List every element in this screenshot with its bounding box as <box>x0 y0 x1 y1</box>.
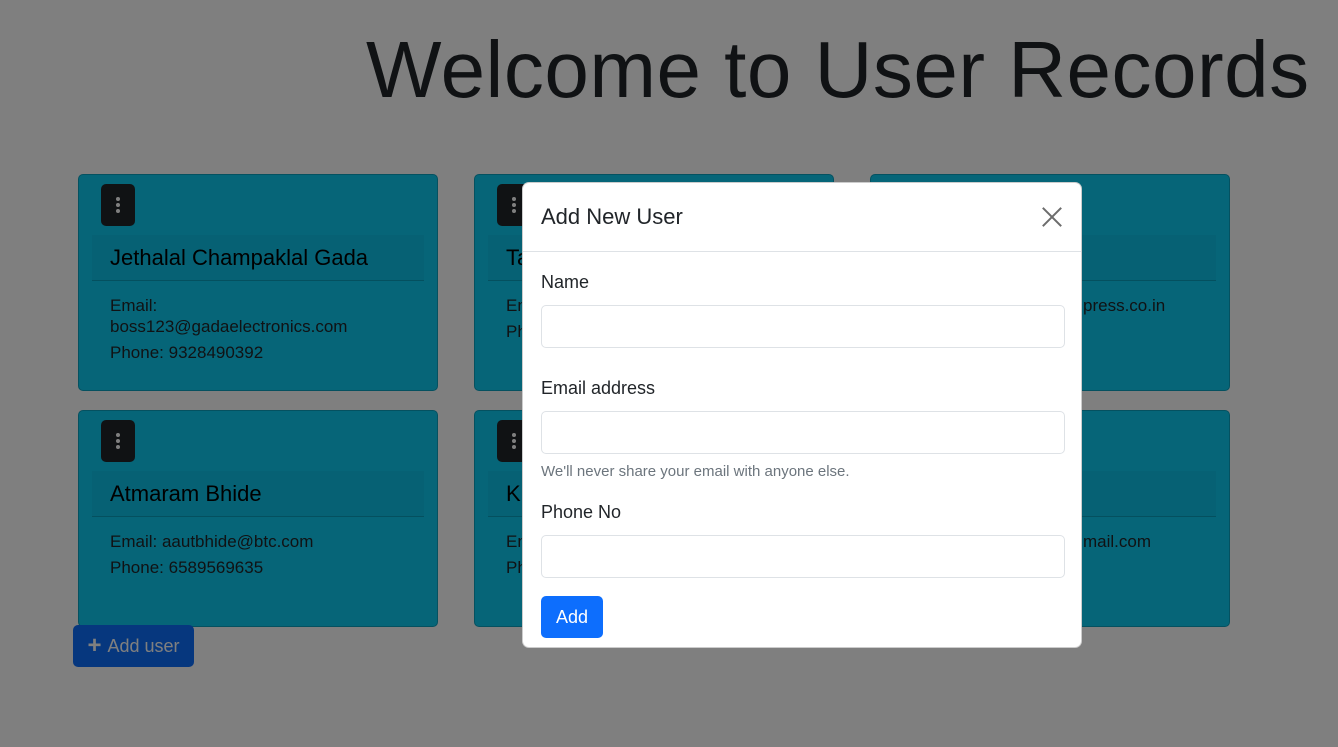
phone-label: Phone No <box>541 502 622 522</box>
modal-body: Name Email address We'll never share you… <box>523 252 1081 638</box>
close-icon[interactable] <box>1041 206 1063 228</box>
phone-input[interactable] <box>541 535 1065 578</box>
modal-header: Add New User <box>523 183 1081 252</box>
add-button[interactable]: Add <box>541 596 603 638</box>
email-group: Email address We'll never share your ema… <box>541 378 1065 480</box>
name-group: Name <box>541 272 1065 348</box>
modal-title: Add New User <box>541 204 683 229</box>
phone-group: Phone No <box>541 502 1065 578</box>
name-label: Name <box>541 272 590 292</box>
email-label: Email address <box>541 378 656 398</box>
email-input[interactable] <box>541 411 1065 454</box>
email-help-text: We'll never share your email with anyone… <box>541 463 850 480</box>
name-input[interactable] <box>541 305 1065 348</box>
add-user-modal: Add New User Name Email address We'll ne… <box>522 182 1082 648</box>
